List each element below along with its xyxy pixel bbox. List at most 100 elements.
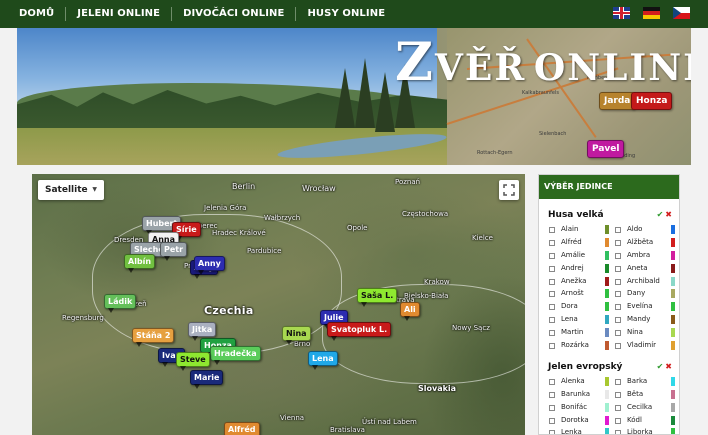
individual-option[interactable]: Anežka: [549, 275, 615, 288]
individual-option[interactable]: Lenka: [549, 426, 615, 435]
individual-checkbox[interactable]: [549, 227, 555, 233]
individual-option[interactable]: Bonifác: [549, 401, 615, 414]
individual-option[interactable]: Rozárka: [549, 339, 615, 352]
individual-checkbox[interactable]: [549, 391, 555, 398]
individual-checkbox[interactable]: [549, 404, 555, 411]
individual-checkbox[interactable]: [549, 291, 555, 298]
individual-checkbox[interactable]: [615, 430, 621, 434]
individual-checkbox[interactable]: [615, 317, 621, 324]
individual-option[interactable]: Alain: [549, 223, 615, 236]
individual-checkbox[interactable]: [615, 291, 621, 298]
czech-flag-icon[interactable]: [673, 7, 690, 19]
animal-marker[interactable]: Stáňa 2: [132, 328, 175, 347]
individual-option[interactable]: Arnošt: [549, 287, 615, 300]
individual-checkbox[interactable]: [615, 252, 621, 259]
individual-option[interactable]: Mandy: [615, 313, 679, 326]
individual-checkbox[interactable]: [615, 227, 621, 233]
individual-checkbox[interactable]: [615, 343, 621, 350]
animal-marker[interactable]: Petr: [160, 242, 188, 261]
individual-checkbox[interactable]: [615, 330, 621, 337]
individual-checkbox[interactable]: [549, 304, 555, 311]
individual-option[interactable]: Nina: [615, 326, 679, 339]
individual-option[interactable]: Alžběta: [615, 236, 679, 249]
individual-option[interactable]: Vladimír: [615, 339, 679, 352]
individual-checkbox[interactable]: [615, 304, 621, 311]
individual-option[interactable]: Běta: [615, 388, 679, 401]
individual-option[interactable]: Dora: [549, 300, 615, 313]
individual-option[interactable]: Cecilka: [615, 401, 679, 414]
animal-marker[interactable]: Alfréd: [224, 422, 260, 435]
individual-checkbox[interactable]: [615, 378, 621, 385]
animal-marker[interactable]: Marie: [190, 370, 224, 389]
animal-marker[interactable]: Lena: [308, 351, 338, 370]
deselect-all-cross-icon[interactable]: ✖: [665, 362, 672, 371]
individual-option[interactable]: Archibald: [615, 275, 679, 288]
animal-marker[interactable]: Nina: [282, 326, 311, 345]
individual-checkbox[interactable]: [549, 343, 555, 350]
map-type-select[interactable]: Satellite ▼: [38, 180, 104, 200]
individual-option[interactable]: Andrej: [549, 262, 615, 275]
individual-checkbox[interactable]: [549, 317, 555, 324]
english-flag-icon[interactable]: [613, 7, 630, 19]
place-label: Jelenia Góra: [204, 204, 247, 212]
individual-checkbox[interactable]: [615, 278, 621, 285]
individual-option[interactable]: Barka: [615, 375, 679, 388]
individual-option[interactable]: Aneta: [615, 262, 679, 275]
individual-checkbox[interactable]: [549, 252, 555, 259]
animal-marker[interactable]: Jitka: [188, 322, 217, 341]
tracking-map[interactable]: Berlin Wrocław Poznań Dresden Wałbrzych …: [32, 174, 525, 435]
individual-checkbox[interactable]: [615, 404, 621, 411]
animal-marker[interactable]: Saša L.: [357, 288, 398, 307]
animal-marker[interactable]: Steve: [176, 352, 210, 371]
select-all-check-icon[interactable]: ✔: [657, 210, 664, 219]
individual-label: Liborka: [627, 428, 653, 435]
individual-checkbox[interactable]: [615, 239, 621, 246]
animal-marker[interactable]: Svatopluk L.: [327, 322, 392, 341]
individual-checkbox[interactable]: [549, 378, 555, 385]
individual-option[interactable]: Evelína: [615, 300, 679, 313]
individual-checkbox[interactable]: [615, 391, 621, 398]
fullscreen-button[interactable]: [499, 180, 519, 200]
individual-label: Aldo: [627, 225, 643, 233]
animal-marker[interactable]: Ali: [400, 302, 420, 321]
animal-marker[interactable]: Anny: [194, 256, 225, 275]
banner-spruce: [335, 68, 355, 128]
individual-checkbox[interactable]: [549, 330, 555, 337]
individual-option[interactable]: Alenka: [549, 375, 615, 388]
individual-option[interactable]: Barunka: [549, 388, 615, 401]
nav-item-deer-online[interactable]: JELENI ONLINE: [65, 7, 171, 21]
individual-option[interactable]: Ambra: [615, 249, 679, 262]
deselect-all-cross-icon[interactable]: ✖: [665, 210, 672, 219]
individual-option[interactable]: Kódl: [615, 414, 679, 427]
individual-checkbox[interactable]: [615, 265, 621, 272]
individual-checkbox[interactable]: [549, 417, 555, 424]
nav-item-boar-online[interactable]: DIVOČÁCI ONLINE: [171, 7, 295, 21]
nav-item-home[interactable]: DOMŮ: [8, 7, 65, 21]
banner-spruce: [375, 72, 395, 132]
color-swatch: [605, 402, 609, 412]
individual-option[interactable]: Lena: [549, 313, 615, 326]
german-flag-icon[interactable]: [643, 7, 660, 19]
individual-option[interactable]: Alfréd: [549, 236, 615, 249]
individual-checkbox[interactable]: [549, 278, 555, 285]
individual-checkbox[interactable]: [549, 239, 555, 246]
color-swatch: [671, 415, 675, 425]
individual-checkbox[interactable]: [549, 265, 555, 272]
individual-option[interactable]: Aldo: [615, 223, 679, 236]
animal-marker[interactable]: Hradečka: [210, 346, 261, 365]
individual-option[interactable]: Dany: [615, 287, 679, 300]
individual-label: Lenka: [561, 428, 582, 435]
animal-marker[interactable]: Ládik: [104, 294, 137, 313]
individual-checkbox[interactable]: [615, 417, 621, 424]
individual-option[interactable]: Liborka: [615, 426, 679, 435]
color-swatch: [605, 376, 609, 386]
top-navigation: DOMŮ JELENI ONLINE DIVOČÁCI ONLINE HUSY …: [0, 0, 708, 28]
individual-option[interactable]: Martin: [549, 326, 615, 339]
individual-option[interactable]: Dorotka: [549, 414, 615, 427]
animal-marker[interactable]: Albín: [124, 254, 156, 273]
select-all-check-icon[interactable]: ✔: [657, 362, 664, 371]
color-swatch: [605, 250, 609, 260]
nav-item-geese-online[interactable]: HUSY ONLINE: [295, 7, 396, 21]
individual-option[interactable]: Amálie: [549, 249, 615, 262]
individual-checkbox[interactable]: [549, 430, 555, 434]
